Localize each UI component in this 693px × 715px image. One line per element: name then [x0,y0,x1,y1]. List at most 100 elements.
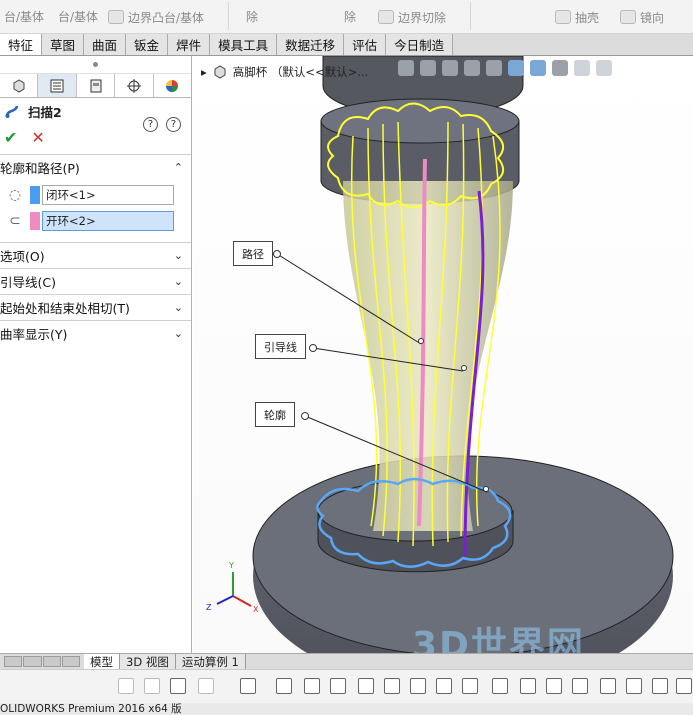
chevron-down-icon: ⌄ [173,275,183,288]
panel-grip-handle[interactable] [0,56,191,74]
filter-edges-icon[interactable] [304,678,320,694]
path-selection-field[interactable]: 开环<2> [42,211,174,231]
path-point-handle[interactable] [418,338,424,344]
chevron-down-icon: ⌄ [173,327,183,340]
help-icon[interactable]: ? [166,117,181,132]
filter-midpoints-icon[interactable] [520,678,536,694]
callout-handle[interactable] [273,250,281,258]
tab-surfaces[interactable]: 曲面 [84,34,127,55]
tab-sketch[interactable]: 草图 [42,34,85,55]
command-ribbon: 台/基体 台/基体 边界凸台/基体 除 除 边界切除 抽壳 镜向 [0,0,693,34]
profile-callout[interactable]: 轮廓 [255,402,295,427]
tab-mold-tools[interactable]: 模具工具 [210,34,278,55]
section-view-icon[interactable] [464,60,480,76]
tab-3d-view[interactable]: 3D 视图 [120,654,176,669]
ribbon-item-cut-1[interactable]: 除 [246,0,258,32]
profile-selection-field[interactable]: 闭环<1> [42,185,174,205]
select-cursor-icon[interactable] [240,678,256,694]
filter-faces-icon[interactable] [330,678,346,694]
ribbon-separator [228,2,229,30]
appearance-icon[interactable] [574,60,590,76]
ribbon-item-boss-base-1[interactable]: 台/基体 [4,0,44,32]
callout-handle[interactable] [301,412,309,420]
dimxpert-tab[interactable] [115,74,154,97]
tab-motion-study[interactable]: 运动算例 1 [175,654,246,669]
feature-tree-tab[interactable] [0,74,39,97]
tab-evaluate[interactable]: 评估 [344,34,387,55]
callout-handle[interactable] [309,344,317,352]
mirror-button[interactable]: 镜向 [620,4,664,30]
ribbon-separator [470,2,471,30]
tab-features[interactable]: 特征 [0,34,43,55]
chevron-down-icon: ⌄ [173,249,183,262]
tab-data-migration[interactable]: 数据迁移 [277,34,345,55]
tab-model[interactable]: 模型 [84,654,120,669]
guide-curve-callout[interactable]: 引导线 [255,334,306,359]
scene-icon[interactable] [596,60,612,76]
boundary-boss-button[interactable]: 边界凸台/基体 [108,4,204,30]
profile-path-group-label: 轮廓和路径(P) [0,161,80,176]
shell-icon [555,10,571,24]
guide-point-handle[interactable] [461,365,467,371]
previous-view-icon[interactable] [442,60,458,76]
filter-dimensions-icon[interactable] [572,678,588,694]
property-list-icon [50,79,64,92]
filter-solid-bodies-icon[interactable] [384,678,400,694]
graphics-viewport[interactable]: Y X Z ▸ 高脚杯 （默认<<默认>... 路径 引导线 轮廓 [193,56,693,653]
tab-weldments[interactable]: 焊件 [168,34,211,55]
filter-center-marks-icon[interactable] [546,678,562,694]
tab-sheet-metal[interactable]: 钣金 [126,34,169,55]
filter-datum-icon[interactable] [676,678,692,694]
boundary-cut-button[interactable]: 边界切除 [378,4,446,30]
display-manager-tab[interactable] [154,74,191,97]
path-callout[interactable]: 路径 [233,241,273,266]
filter-surface-bodies-icon[interactable] [358,678,374,694]
expand-arrow-icon[interactable]: ▸ [201,65,207,79]
select-all-icon[interactable] [198,678,214,694]
filter-icon[interactable] [118,678,134,694]
tab-scroll-buttons[interactable] [0,654,84,669]
filter-surface-finish-icon[interactable] [600,678,616,694]
bottom-tabs-bar: 模型 3D 视图 运动算例 1 [0,653,693,669]
filter-vertices-icon[interactable] [276,678,292,694]
curvature-display-group-header[interactable]: 曲率显示(Y) ⌄ [0,320,191,346]
feature-tree-flyout[interactable]: ▸ 高脚杯 （默认<<默认>... [201,64,368,80]
cancel-button[interactable]: ✕ [31,128,44,147]
ribbon-item-cut-2[interactable]: 除 [344,0,356,32]
options-group-header[interactable]: 选项(O) ⌄ [0,242,191,268]
whats-wrong-icon[interactable]: ? [143,117,158,132]
shell-button[interactable]: 抽壳 [555,4,599,30]
ribbon-item-boss-base-2[interactable]: 台/基体 [58,0,98,32]
chevron-down-icon: ⌄ [173,301,183,314]
filter-sketch-segments-icon[interactable] [492,678,508,694]
boundary-cut-icon [378,10,394,24]
filter-notes-icon[interactable] [652,678,668,694]
path-color-swatch [30,212,40,230]
view-orientation-icon[interactable] [508,60,524,76]
filter-toggle-icon[interactable] [144,678,160,694]
display-style-icon[interactable] [530,60,546,76]
tab-manufacturing[interactable]: 今日制造 [386,34,454,55]
profile-path-group-header[interactable]: 轮廓和路径(P) ⌃ [0,154,191,180]
dynamic-annotation-icon[interactable] [486,60,502,76]
property-manager-panel: 扫描2 ? ? ✔ ✕ 轮廓和路径(P) ⌃ ◌ 闭环<1> ⊂ 开环<2> 选… [0,56,192,653]
filter-planes-icon[interactable] [436,678,452,694]
filter-axes-icon[interactable] [410,678,426,694]
filter-sketch-points-icon[interactable] [462,678,478,694]
property-manager-tab[interactable] [38,74,77,97]
tangency-group-header[interactable]: 起始处和结束处相切(T) ⌄ [0,294,191,320]
zoom-to-fit-icon[interactable] [398,60,414,76]
tangency-group-label: 起始处和结束处相切(T) [0,301,130,316]
part-icon [214,65,226,79]
hide-show-icon[interactable] [552,60,568,76]
zoom-to-area-icon[interactable] [420,60,436,76]
ok-button[interactable]: ✔ [4,128,17,147]
filter-geometric-tolerance-icon[interactable] [626,678,642,694]
profile-color-swatch [30,186,40,204]
boundary-boss-icon [108,10,124,24]
profile-icon: ◌ [8,187,22,203]
configuration-tab[interactable] [77,74,116,97]
profile-point-handle[interactable] [483,486,489,492]
clear-filters-icon[interactable] [170,678,186,694]
guide-curves-group-header[interactable]: 引导线(C) ⌄ [0,268,191,294]
